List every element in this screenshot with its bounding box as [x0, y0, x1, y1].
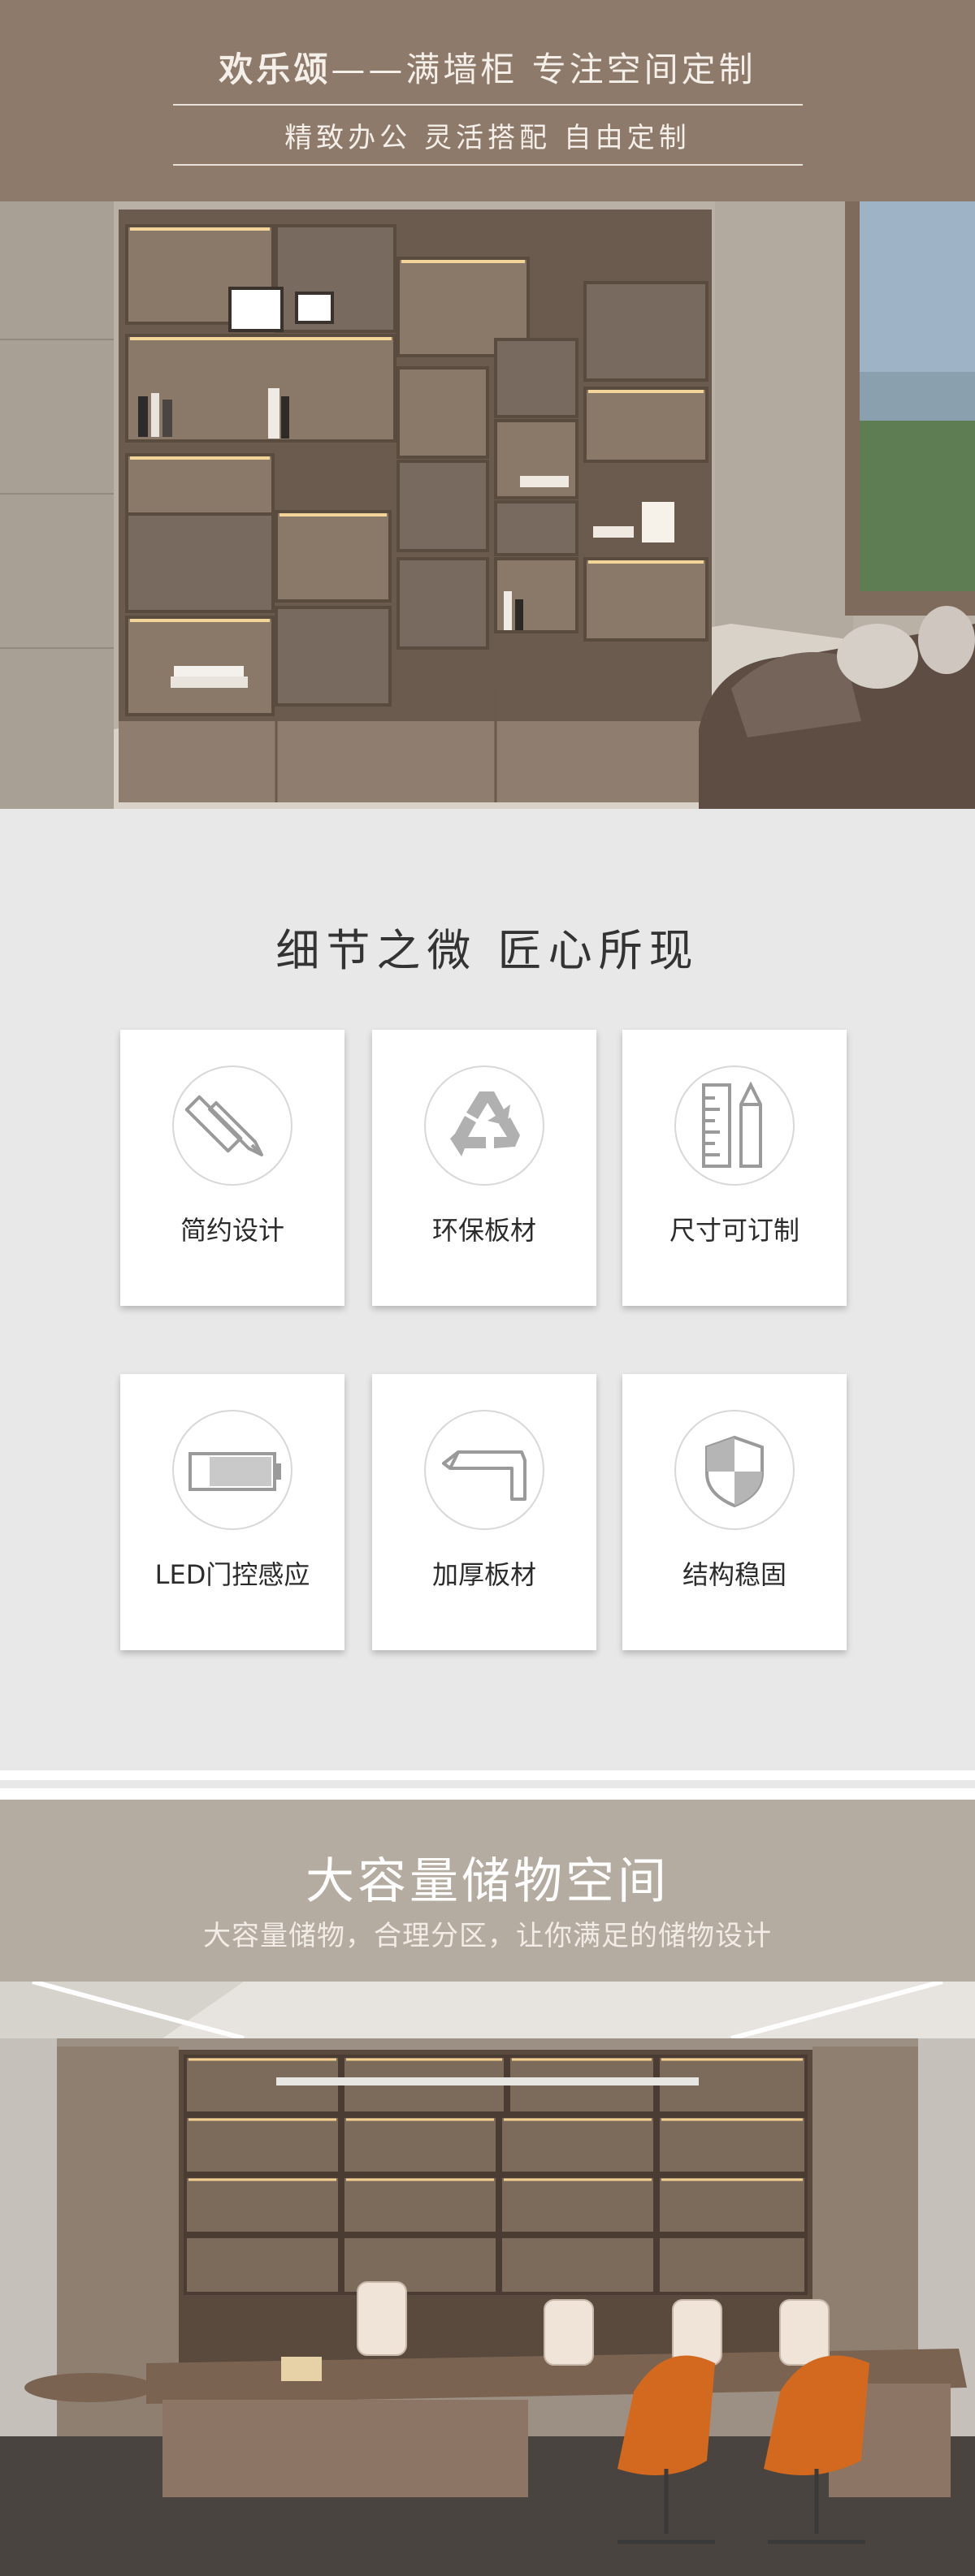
brand-name: 欢乐颂	[219, 50, 332, 89]
feature-card-simple-design: 简约设计	[120, 1030, 344, 1306]
feature-card-stable-structure: 结构稳固	[622, 1374, 847, 1650]
feature-label: 简约设计	[180, 1215, 284, 1246]
storage-subtitle: 大容量储物，合理分区，让你满足的储物设计	[203, 1920, 772, 1952]
meeting-room-photo	[0, 1982, 975, 2576]
shield-icon	[674, 1410, 795, 1530]
battery-icon	[172, 1410, 292, 1530]
feature-card-thick-board: 加厚板材	[372, 1374, 596, 1650]
hero-header: 欢乐颂——满墙柜 专注空间定制 精致办公 灵活搭配 自由定制	[0, 0, 975, 201]
feature-card-eco-board: 环保板材	[372, 1030, 596, 1306]
section-divider	[0, 1788, 975, 1800]
hero-title: 欢乐颂——满墙柜 专注空间定制	[0, 42, 975, 92]
section-divider-gap	[0, 1780, 975, 1788]
feature-label: LED门控感应	[154, 1559, 310, 1590]
section-divider	[0, 1770, 975, 1780]
feature-label: 环保板材	[431, 1215, 536, 1246]
recycle-icon	[424, 1065, 544, 1186]
ruler-pen-icon	[674, 1065, 795, 1186]
feature-card-led-sensor: LED门控感应	[120, 1374, 344, 1650]
ruler-pencil-icon	[172, 1065, 292, 1186]
details-heading: 细节之微 匠心所现	[275, 925, 700, 976]
title-divider-top	[173, 104, 803, 106]
feature-label: 尺寸可订制	[669, 1215, 800, 1246]
feature-card-custom-size: 尺寸可订制	[622, 1030, 847, 1306]
feature-label: 结构稳固	[682, 1559, 786, 1590]
board-icon	[424, 1410, 544, 1530]
storage-title: 大容量储物空间	[306, 1853, 670, 1910]
wall-cabinet-photo	[0, 201, 975, 809]
hero-subtitle: 精致办公 灵活搭配 自由定制	[284, 122, 691, 154]
storage-section: 大容量储物空间 大容量储物，合理分区，让你满足的储物设计	[0, 1800, 975, 1982]
hero-title-rest: ——满墙柜 专注空间定制	[331, 50, 756, 89]
feature-label: 加厚板材	[431, 1559, 536, 1590]
details-section: 细节之微 匠心所现 简约设计 环保板材 尺寸可订制 LED门控感应 加厚板材 结…	[0, 809, 975, 1770]
title-divider-bottom	[173, 164, 803, 166]
